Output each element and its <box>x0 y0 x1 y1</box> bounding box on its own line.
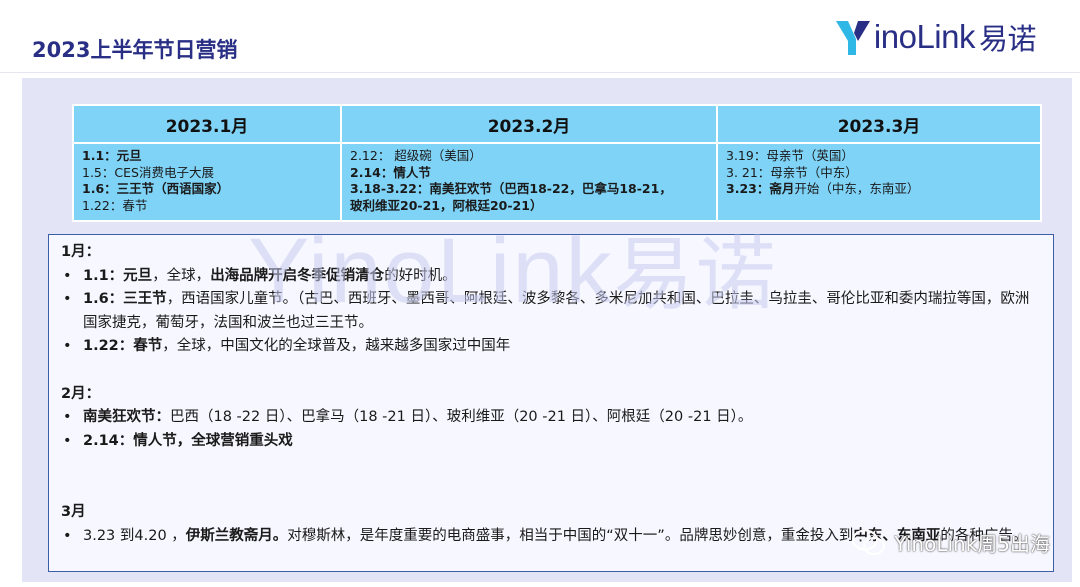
event-line: 3.19：母亲节（英国） <box>726 148 854 163</box>
list-item: 2.14：情人节，全球营销重头戏 <box>63 430 1041 454</box>
event-line: 2.14：情人节 <box>350 164 431 180</box>
page-title: 2023上半年节日营销 <box>32 38 238 62</box>
list-item: 1.22：春节，全球，中国文化的全球普及，越来越多国家过中国年 <box>63 335 1041 359</box>
event-line: 1.22：春节 <box>82 197 148 213</box>
event-line: 3.23：斋月开始（中东，东南亚） <box>726 181 1032 198</box>
logo-latin: inoLink <box>873 18 976 55</box>
note-bold: 伊斯兰教斋月。 <box>185 527 288 544</box>
note-text: 思妙创意，重金投入到 <box>708 527 854 544</box>
note-bold: 南美狂欢节： <box>83 409 170 425</box>
note-bold: 2.14：情人节，全球营销重头戏 <box>83 432 293 449</box>
notes-box: 1月： 1.1：元旦，全球，出海品牌开启冬季促销清仓的好时机。 1.6：三王节，… <box>48 234 1054 572</box>
wechat-account-watermark: YinoLink周5出海 <box>852 528 1050 557</box>
note-text: ，西语国家儿童节。（古巴、西班牙、墨西哥、阿根廷、波多黎各、多米尼加共和国、巴拉… <box>83 291 1030 331</box>
event-line: 玻利维亚20-21，阿根廷20-21） <box>350 197 543 213</box>
feb-notes-list: 南美狂欢节：巴西（18 -22 日）、巴拿马（18 -21 日）、玻利维亚（20… <box>61 406 1041 453</box>
list-item: 1.6：三王节，西语国家儿童节。（古巴、西班牙、墨西哥、阿根廷、波多黎各、多米尼… <box>63 288 1041 335</box>
note-text: 巴西（18 -22 日）、巴拿马（18 -21 日）、玻利维亚（20 -21 日… <box>170 409 753 425</box>
event-line: 1.1：元旦 <box>82 148 142 163</box>
feb-events: 2.12： 超级碗（美国） 2.14：情人节 3.18-3.22：南美狂欢节（巴… <box>340 142 718 222</box>
jan-notes-list: 1.1：元旦，全球，出海品牌开启冬季促销清仓的好时机。 1.6：三王节，西语国家… <box>61 265 1041 359</box>
note-bold: 1.6：三王节 <box>83 291 167 307</box>
feb-section-title: 2月： <box>61 385 101 402</box>
header-mar: 2023.3月 <box>716 104 1042 144</box>
header-feb: 2023.2月 <box>340 104 718 144</box>
list-item: 1.1：元旦，全球，出海品牌开启冬季促销清仓的好时机。 <box>63 265 1041 289</box>
mar-section-title: 3月 <box>61 504 86 520</box>
logo-cn: 易诺 <box>978 22 1037 56</box>
note-text: 对穆斯林，是年度重要的电商盛事，相当于中国的“双十一”。品牌 <box>287 527 709 544</box>
note-text: ，全球， <box>152 267 211 284</box>
mar-events: 3.19：母亲节（英国） 3. 21：母亲节（中东） 3.23：斋月开始（中东，… <box>716 142 1042 222</box>
wechat-icon <box>852 529 886 555</box>
month-table: 2023.1月 2023.2月 2023.3月 1.1：元旦 1.5：CES消费… <box>72 104 1042 222</box>
note-text: 3.23 到4.20 ， <box>83 527 186 544</box>
note-bold: 出海品牌开启冬季促销清仓 <box>210 267 385 284</box>
event-line: 2.12： 超级碗（美国） <box>350 148 482 163</box>
note-text: 的好时机。 <box>384 267 457 284</box>
event-line: 3.18-3.22：南美狂欢节（巴西18-22，巴拿马18-21， <box>350 181 672 196</box>
month-header-row: 2023.1月 2023.2月 2023.3月 <box>72 104 1042 144</box>
note-text: ，全球，中国文化的全球普及，越来越多国家过中国年 <box>162 338 511 354</box>
month-events-row: 1.1：元旦 1.5：CES消费电子大展 1.6：三王节（西语国家） 1.22：… <box>72 142 1042 222</box>
event-rest: 开始（中东，东南亚） <box>794 181 920 196</box>
event-line: 1.5：CES消费电子大展 <box>82 164 214 180</box>
wechat-account-name: YinoLink周5出海 <box>894 532 1050 556</box>
header-jan: 2023.1月 <box>72 104 342 144</box>
header-divider <box>0 72 1080 73</box>
jan-events: 1.1：元旦 1.5：CES消费电子大展 1.6：三王节（西语国家） 1.22：… <box>72 142 342 222</box>
list-item: 南美狂欢节：巴西（18 -22 日）、巴拿马（18 -21 日）、玻利维亚（20… <box>63 406 1041 430</box>
note-bold: 1.22：春节 <box>83 338 163 354</box>
note-bold: 1.1：元旦 <box>83 267 153 284</box>
event-bold: 3.23：斋月 <box>726 181 795 196</box>
event-line: 1.6：三王节（西语国家） <box>82 181 230 196</box>
event-line: 3. 21：母亲节（中东） <box>726 164 858 180</box>
jan-section-title: 1月： <box>61 244 101 260</box>
yinolink-logo: inoLink 易诺 <box>834 14 1037 60</box>
y-logo-icon <box>835 21 870 55</box>
